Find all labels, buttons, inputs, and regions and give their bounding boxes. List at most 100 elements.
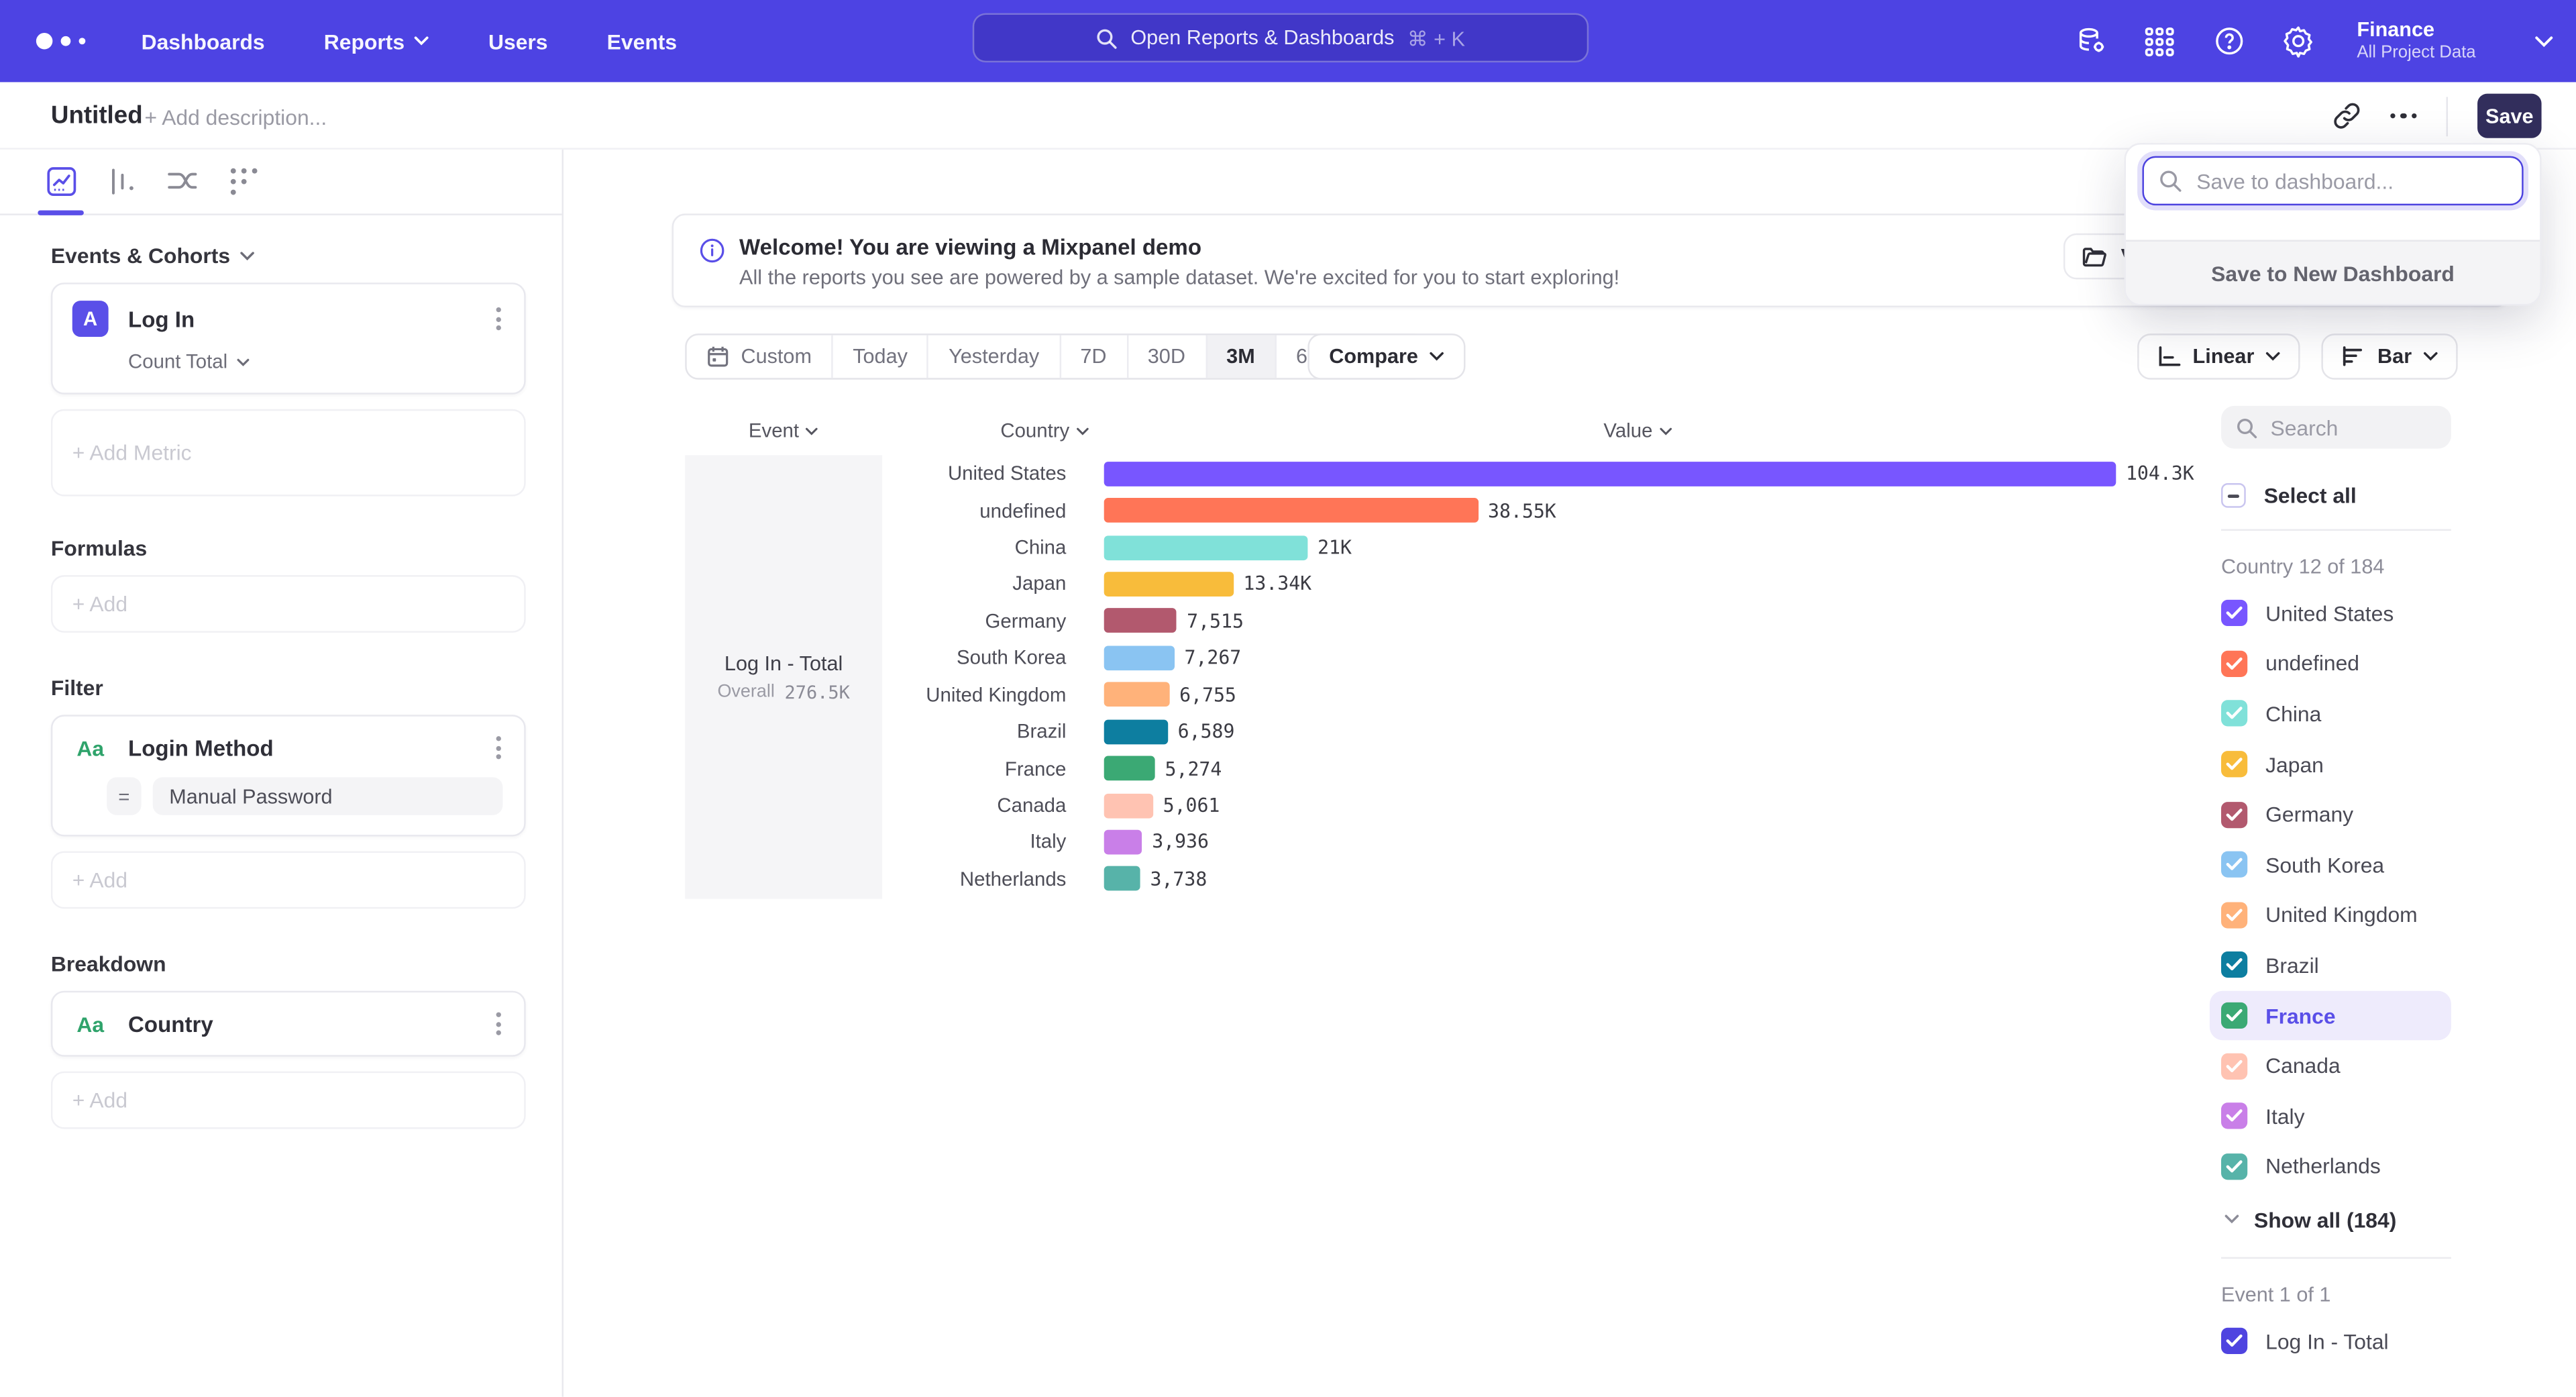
bar-japan[interactable] (1104, 572, 1234, 597)
legend-item-brazil[interactable]: Brazil (2210, 940, 2473, 990)
bar-category-label[interactable]: United States (896, 462, 1089, 485)
bar-category-label[interactable]: Italy (896, 831, 1089, 853)
bar-category-label[interactable]: undefined (896, 499, 1089, 522)
legend-item-germany[interactable]: Germany (2210, 789, 2473, 839)
bar-category-label[interactable]: Germany (896, 609, 1089, 632)
bar-category-label[interactable]: Netherlands (896, 868, 1089, 890)
checkbox-canada[interactable] (2221, 1053, 2247, 1079)
checkbox-south-korea[interactable] (2221, 851, 2247, 878)
checkbox-brazil[interactable] (2221, 952, 2247, 978)
legend-item-united-states[interactable]: United States (2210, 588, 2473, 639)
breakdown-card-country[interactable]: Aa Country (51, 991, 526, 1057)
tab-funnels[interactable] (105, 165, 138, 198)
tab-flows[interactable] (166, 165, 199, 198)
chevron-down-icon[interactable] (2535, 36, 2553, 47)
range-custom[interactable]: Custom (687, 335, 833, 378)
bar-category-label[interactable]: Canada (896, 794, 1089, 817)
bar-germany[interactable] (1104, 609, 1177, 633)
bar-south-korea[interactable] (1104, 645, 1175, 670)
bar-category-label[interactable]: South Korea (896, 646, 1089, 669)
apps-grid-icon[interactable] (2143, 25, 2176, 58)
settings-gear-icon[interactable] (2282, 25, 2314, 58)
breakdown-property[interactable]: Country (128, 1011, 473, 1036)
range-7d[interactable]: 7D (1061, 335, 1128, 378)
legend-item-italy[interactable]: Italy (2210, 1091, 2473, 1141)
more-options-icon[interactable] (2390, 113, 2416, 119)
bar-category-label[interactable]: France (896, 757, 1089, 780)
show-all-button[interactable]: Show all (184) (2210, 1195, 2473, 1244)
legend-item-france[interactable]: France (2210, 990, 2451, 1041)
range-3m[interactable]: 3M (1207, 335, 1277, 378)
metric-name[interactable]: Log In (128, 307, 473, 331)
bar-category-label[interactable]: Brazil (896, 720, 1089, 743)
add-formula-button[interactable]: + Add (51, 575, 526, 633)
save-to-dashboard-input[interactable] (2142, 156, 2523, 205)
legend-item-united-kingdom[interactable]: United Kingdom (2210, 890, 2473, 940)
checkbox-undefined[interactable] (2221, 651, 2247, 677)
project-switcher[interactable]: Finance All Project Data (2357, 17, 2475, 64)
nav-item-dashboards[interactable]: Dashboards (142, 29, 265, 54)
checkbox-italy[interactable] (2221, 1103, 2247, 1129)
bar-undefined[interactable] (1104, 498, 1479, 523)
bar-canada[interactable] (1104, 793, 1153, 818)
bar-netherlands[interactable] (1104, 866, 1140, 891)
bar-category-label[interactable]: China (896, 535, 1089, 558)
select-all-checkbox[interactable] (2221, 483, 2246, 508)
kebab-menu-icon[interactable] (493, 304, 504, 333)
column-header-event[interactable]: Event (685, 419, 882, 442)
bar-italy[interactable] (1104, 830, 1142, 855)
bar-category-label[interactable]: United Kingdom (896, 683, 1089, 706)
chart-type-selector[interactable]: Bar (2322, 333, 2458, 380)
range-today[interactable]: Today (833, 335, 929, 378)
tab-insights[interactable] (44, 165, 77, 198)
filter-value[interactable]: Manual Password (153, 777, 503, 815)
filter-property[interactable]: Login Method (128, 735, 473, 760)
nav-item-events[interactable]: Events (607, 29, 677, 54)
event-summary-cell[interactable]: Log In - Total Overall 276.5K (685, 455, 882, 898)
add-metric-button[interactable]: + Add Metric (51, 409, 526, 497)
aggregation-selector[interactable]: Count Total (128, 350, 504, 373)
select-all-row[interactable]: Select all (2221, 483, 2473, 508)
events-cohorts-header[interactable]: Events & Cohorts (51, 243, 562, 268)
scale-selector[interactable]: Linear (2137, 333, 2300, 380)
checkbox-china[interactable] (2221, 701, 2247, 727)
bar-china[interactable] (1104, 535, 1308, 560)
checkbox-united-kingdom[interactable] (2221, 902, 2247, 928)
checkbox-japan[interactable] (2221, 751, 2247, 777)
filter-card-login-method[interactable]: Aa Login Method = Manual Password (51, 715, 526, 836)
filter-operator[interactable]: = (107, 777, 141, 815)
bar-united-states[interactable] (1104, 461, 2116, 486)
range-30d[interactable]: 30D (1128, 335, 1206, 378)
legend-item-undefined[interactable]: undefined (2210, 639, 2473, 689)
tab-retention[interactable] (227, 165, 260, 198)
legend-item-south-korea[interactable]: South Korea (2210, 839, 2473, 890)
column-header-value[interactable]: Value (1104, 419, 2172, 442)
compare-button[interactable]: Compare (1307, 333, 1466, 380)
legend-item-canada[interactable]: Canada (2210, 1041, 2473, 1091)
column-header-country[interactable]: Country (896, 419, 1089, 442)
kebab-menu-icon[interactable] (493, 733, 504, 762)
data-management-icon[interactable] (2074, 25, 2107, 58)
bar-united-kingdom[interactable] (1104, 682, 1170, 707)
add-description-button[interactable]: + Add description... (145, 105, 327, 130)
help-icon[interactable] (2212, 25, 2245, 58)
metric-card-log-in[interactable]: A Log In Count Total (51, 282, 526, 395)
save-to-new-dashboard-button[interactable]: Save to New Dashboard (2126, 240, 2540, 305)
add-filter-button[interactable]: + Add (51, 851, 526, 909)
global-search-button[interactable]: Open Reports & Dashboards ⌘ + K (973, 13, 1589, 62)
checkbox-germany[interactable] (2221, 801, 2247, 827)
checkbox-france[interactable] (2221, 1002, 2247, 1029)
legend-item-japan[interactable]: Japan (2210, 739, 2473, 790)
nav-item-reports[interactable]: Reports (324, 29, 429, 54)
legend-search-input[interactable]: Search (2221, 406, 2451, 449)
kebab-menu-icon[interactable] (493, 1009, 504, 1039)
checkbox-united-states[interactable] (2221, 601, 2247, 627)
bar-france[interactable] (1104, 756, 1155, 781)
nav-item-users[interactable]: Users (488, 29, 548, 54)
range-yesterday[interactable]: Yesterday (929, 335, 1061, 378)
legend-item-log-in-total[interactable]: Log In - Total (2210, 1316, 2473, 1367)
checkbox-log-in-total[interactable] (2221, 1329, 2247, 1355)
checkbox-netherlands[interactable] (2221, 1153, 2247, 1180)
bar-category-label[interactable]: Japan (896, 572, 1089, 595)
save-button[interactable]: Save (2477, 94, 2542, 138)
